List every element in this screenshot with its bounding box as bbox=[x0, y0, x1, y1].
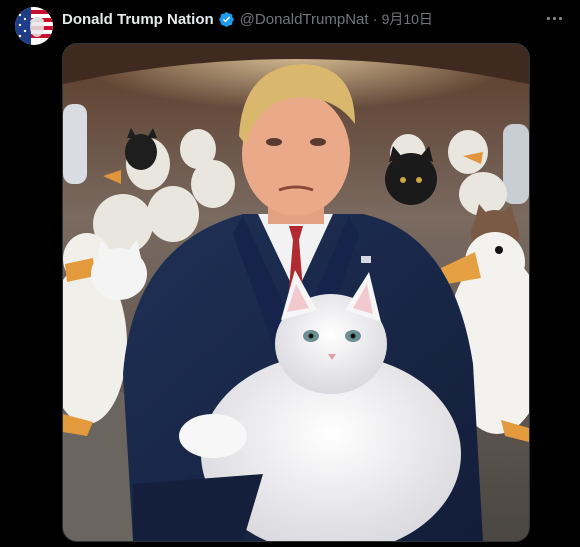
tweet: Donald Trump Nation @DonaldTrumpNat · 9月… bbox=[0, 0, 580, 547]
verified-badge-icon[interactable] bbox=[218, 11, 235, 28]
separator-dot: · bbox=[372, 10, 378, 28]
author-display-name[interactable]: Donald Trump Nation bbox=[62, 11, 214, 28]
ai-generated-image bbox=[63, 44, 529, 541]
author-handle[interactable]: @DonaldTrumpNat bbox=[240, 11, 369, 28]
author-avatar[interactable] bbox=[15, 7, 53, 45]
more-options-icon[interactable] bbox=[542, 8, 566, 28]
post-date[interactable]: 9月10日 bbox=[382, 9, 433, 29]
tweet-header: Donald Trump Nation @DonaldTrumpNat · 9月… bbox=[62, 9, 433, 29]
post-image[interactable] bbox=[62, 43, 530, 542]
us-flag-avatar-icon bbox=[15, 7, 53, 45]
